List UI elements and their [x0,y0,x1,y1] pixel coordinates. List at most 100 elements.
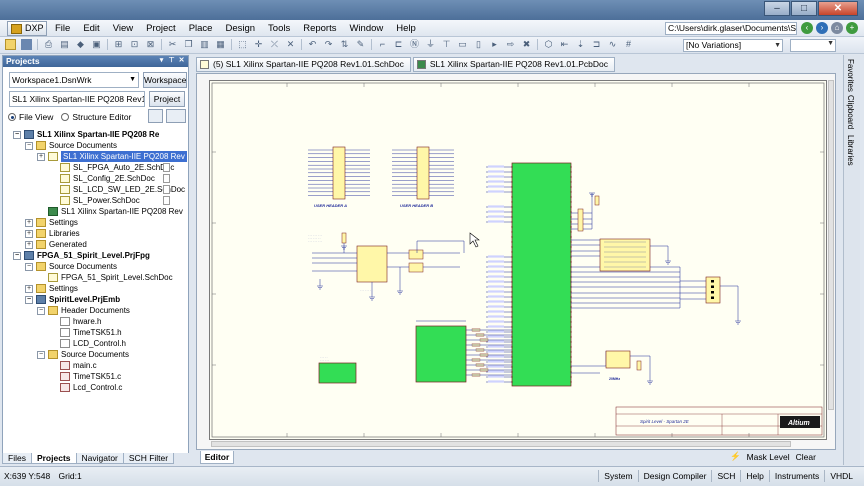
menu-design[interactable]: Design [225,23,255,34]
tree-item[interactable]: SL_LCD_SW_LED_2E.SchDoc [49,184,185,195]
user-header-b[interactable]: USER HEADER B [392,146,454,208]
pin-icon[interactable]: ⊤ [167,57,176,65]
tree-item[interactable]: − SL1 Xilinx Spartan-IIE PQ208 Re [13,129,159,140]
expand-icon[interactable]: + [25,240,33,249]
filter-icon[interactable]: ⚡ [730,451,741,462]
status-vhdl[interactable]: VHDL [824,470,858,482]
zoom-fit-icon[interactable]: ⊡ [129,39,140,50]
expand-icon[interactable]: + [25,218,33,227]
fpga-component[interactable] [511,162,572,387]
tree-item[interactable]: − Header Documents [37,305,130,316]
status-system[interactable]: System [598,470,637,482]
place-net-label-icon[interactable]: Ⓝ [409,39,420,50]
menu-project[interactable]: Project [146,23,176,34]
tree-item[interactable]: − Source Documents [37,349,129,360]
hierarchy-icon[interactable]: ⇅ [339,39,350,50]
tab-clipboard[interactable]: Clipboard [846,95,855,129]
status-sch[interactable]: SCH [711,470,740,482]
collapse-icon[interactable]: − [37,350,45,359]
redo-icon[interactable]: ↷ [323,39,334,50]
tree-item[interactable]: + Libraries [25,228,80,239]
tab-projects[interactable]: Projects [30,453,77,464]
close-icon[interactable]: ✕ [177,57,186,65]
tab-favorites[interactable]: Favorites [846,59,855,92]
tree-item[interactable]: LCD_Control.h [49,338,126,349]
clock-circuit[interactable] [312,232,465,297]
menu-place[interactable]: Place [189,23,213,34]
horizontal-scrollbar[interactable] [211,441,791,447]
tree-item[interactable]: − Source Documents [25,140,117,151]
tree-item[interactable]: + Settings [25,217,78,228]
status-help[interactable]: Help [740,470,768,482]
move-icon[interactable]: ✛ [253,39,264,50]
place-vcc-icon[interactable]: ⊤ [441,39,452,50]
dxp-menu-button[interactable]: DXP [7,21,47,36]
place-power-port-icon[interactable]: ⏚ [425,39,436,50]
tree-item[interactable]: − SpiritLevel.PrjEmb [25,294,120,305]
cut-icon[interactable]: ✂ [167,39,178,50]
project-options-icon[interactable] [148,109,163,123]
open-folder-icon[interactable] [5,39,16,50]
place-sheet-symbol-icon[interactable]: ▯ [473,39,484,50]
tree-item[interactable]: FPGA_51_Spirit_Level.SchDoc [37,272,173,283]
status-instruments[interactable]: Instruments [768,470,824,482]
workspace-button[interactable]: Workspace [143,72,187,88]
menu-help[interactable]: Help [396,23,416,34]
toolbar-combo[interactable]: ▼ [790,39,836,52]
expand-icon[interactable]: + [25,229,33,238]
user-header-a[interactable]: USER HEADER A [308,146,370,208]
path-address-field[interactable]: C:\Users\dirk.glaser\Documents\S [665,22,797,35]
collapse-icon[interactable]: − [37,306,45,315]
zoom-selected-icon[interactable]: ⊠ [145,39,156,50]
home-icon[interactable]: ⌂ [831,22,843,34]
alignment-icon[interactable]: ⇤ [559,39,570,50]
tree-item[interactable]: + Generated [25,239,87,250]
copy-icon[interactable]: ❐ [183,39,194,50]
open-document-icon[interactable] [166,109,186,123]
place-bus-icon[interactable]: ⊏ [393,39,404,50]
tree-item[interactable]: main.c [49,360,97,371]
tree-item[interactable]: SL_FPGA_Auto_2E.SchDoc [49,162,174,173]
close-button[interactable]: ✕ [818,1,858,16]
clear-button[interactable]: Clear [796,452,816,462]
tree-item[interactable]: TimeTSK51.h [49,327,122,338]
oscillator-component[interactable]: 20MHz [605,350,642,381]
menu-window[interactable]: Window [349,23,383,34]
collapse-icon[interactable]: − [25,295,33,304]
minimize-button[interactable]: – [764,1,790,16]
status-design-compiler[interactable]: Design Compiler [637,470,712,482]
project-field[interactable]: SL1 Xilinx Spartan-IIE PQ208 Rev1.01. [9,91,145,107]
rubber-stamp-icon[interactable]: ▦ [215,39,226,50]
back-arrow-icon[interactable]: ‹ [801,22,813,34]
tab-pcb-document[interactable]: SL1 Xilinx Spartan-IIE PQ208 Rev1.01.Pcb… [412,57,615,72]
place-part-icon[interactable]: ▭ [457,39,468,50]
schematic-sheet[interactable]: USER HEADER A USER HEADER B . . . . . . … [209,80,827,440]
menu-tools[interactable]: Tools [268,23,290,34]
save-icon[interactable] [21,39,32,50]
tab-libraries[interactable]: Libraries [846,135,855,166]
tree-item[interactable]: SL_Config_2E.SchDoc [49,173,170,184]
collapse-icon[interactable]: − [13,130,21,139]
utility-tools-icon[interactable]: ⬡ [543,39,554,50]
resistor-pack[interactable] [577,195,600,232]
menu-view[interactable]: View [113,23,133,34]
component-icon[interactable]: ◆ [75,39,86,50]
tree-item[interactable]: SL_Power.SchDoc [49,195,170,206]
expand-icon[interactable]: + [37,152,45,161]
tree-item[interactable]: − FPGA_51_Spirit_Level.PrjFpg [13,250,150,261]
forward-arrow-icon[interactable]: › [816,22,828,34]
no-erc-icon[interactable]: ✖ [521,39,532,50]
right-header-component[interactable] [705,276,721,304]
vertical-scrollbar[interactable] [828,80,834,410]
paste-icon[interactable]: ▥ [199,39,210,50]
select-area-icon[interactable]: ⬚ [237,39,248,50]
tree-item[interactable]: + SL1 Xilinx Spartan-IIE PQ208 Rev [37,151,187,162]
variations-dropdown[interactable]: [No Variations] ▼ [683,39,783,52]
place-sheet-entry-icon[interactable]: ▸ [489,39,500,50]
print-preview-icon[interactable]: ▤ [59,39,70,50]
tree-item[interactable]: − Source Documents [25,261,117,272]
collapse-icon[interactable]: − [25,141,33,150]
print-icon[interactable]: ⎙ [43,39,54,50]
menu-edit[interactable]: Edit [83,23,99,34]
structure-editor-radio[interactable] [61,113,70,121]
